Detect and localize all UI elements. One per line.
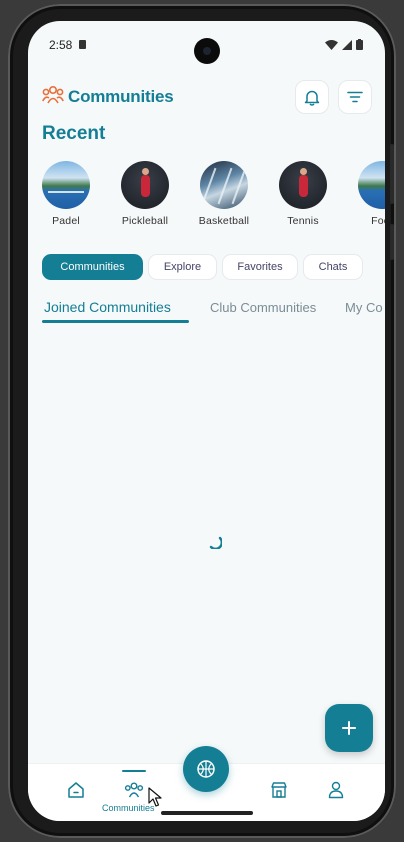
padel-image [42, 161, 90, 209]
volume-button [390, 144, 394, 204]
filter-button[interactable] [338, 80, 372, 114]
nav-sports-center-button[interactable] [183, 746, 229, 792]
recent-item-label: Tennis [287, 215, 319, 227]
communities-icon [124, 782, 144, 798]
recent-item-label: Pickleball [121, 215, 169, 227]
nav-active-label: Communities [102, 803, 155, 813]
basketball-image [200, 161, 248, 209]
recent-item-label: Padel [52, 215, 80, 227]
nav-profile[interactable] [324, 778, 348, 802]
front-camera [194, 38, 220, 64]
chip-communities[interactable]: Communities [42, 254, 143, 280]
tab-my-communities[interactable]: My Co [345, 300, 383, 315]
loading-spinner [209, 536, 222, 549]
add-community-button[interactable] [325, 704, 373, 752]
recent-item-basketball[interactable]: Basketball [184, 161, 264, 227]
status-time: 2:58 [49, 38, 73, 52]
recent-item-football[interactable]: Foot [342, 161, 385, 227]
filter-icon [347, 91, 363, 103]
page-header: Communities [42, 80, 372, 119]
home-indicator [161, 811, 253, 815]
app-screen: 2:58 Communities Recent Padel Pickleball… [28, 21, 385, 821]
plus-icon [342, 721, 356, 735]
recent-sports-list: Padel Pickleball Basketball Tennis Fo [28, 161, 385, 231]
profile-icon [328, 781, 344, 799]
tab-joined-communities[interactable]: Joined Communities [44, 299, 171, 315]
chip-explore[interactable]: Explore [148, 254, 217, 280]
power-button [390, 224, 394, 260]
notifications-button[interactable] [295, 80, 329, 114]
football-image [358, 161, 385, 209]
nav-home[interactable] [64, 778, 88, 802]
active-nav-indicator [122, 770, 146, 772]
communities-icon [42, 85, 64, 104]
battery-icon [356, 39, 363, 50]
status-bar: 2:58 [28, 21, 385, 64]
tab-club-communities[interactable]: Club Communities [210, 300, 316, 315]
system-icons [325, 39, 363, 50]
recent-item-tennis[interactable]: Tennis [263, 161, 343, 227]
bell-icon [304, 90, 320, 106]
store-icon [271, 782, 287, 798]
tennis-image [279, 161, 327, 209]
mouse-cursor-icon [148, 787, 162, 807]
chip-chats[interactable]: Chats [303, 254, 363, 280]
sports-ball-icon [197, 760, 215, 778]
chip-favorites[interactable]: Favorites [222, 254, 298, 280]
signal-icon [342, 39, 352, 50]
active-tab-indicator [42, 320, 189, 323]
home-icon [68, 782, 84, 798]
wifi-icon [325, 39, 338, 50]
page-title: Communities [68, 87, 174, 106]
recent-heading: Recent [42, 123, 106, 144]
pickleball-image [121, 161, 169, 209]
recent-item-label: Basketball [198, 215, 250, 227]
recent-item-label: Foot [371, 215, 385, 227]
recent-item-pickleball[interactable]: Pickleball [105, 161, 185, 227]
nav-store[interactable] [267, 778, 291, 802]
recent-item-padel[interactable]: Padel [28, 161, 106, 227]
sim-icon [79, 40, 86, 49]
nav-communities[interactable] [122, 778, 146, 802]
